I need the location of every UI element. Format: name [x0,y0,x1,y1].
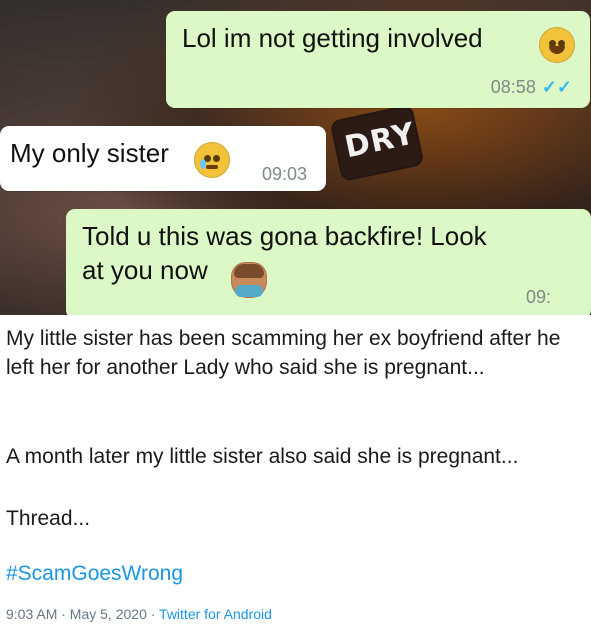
tweet-paragraph-2: A month later my little sister also said… [6,445,519,468]
emoji-hair [234,264,264,278]
tweet-paragraph-3: Thread... [6,507,91,530]
tweet-paragraph-1: My little sister has been scamming her e… [6,327,561,379]
pleading-face-emoji-icon [194,142,230,178]
hashtag-link[interactable]: #ScamGoesWrong [6,562,183,586]
dry-logo: DRY [329,103,425,183]
emoji-mouth [549,46,565,54]
message-meta: 08:58 ✓✓ [491,77,572,98]
chat-screenshot: DRY Lol im not getting involved 08:58 ✓✓ … [0,0,591,315]
message-text-line-1: Told u this was gona backfire! Look [82,221,487,251]
message-text-line-2: at you now [82,255,208,285]
message-text: Lol im not getting involved [182,23,483,53]
tweet-footer: 9:03 AM · May 5, 2020 · Twitter for Andr… [6,606,272,622]
emoji-mouth [206,165,218,169]
dry-logo-text: DRY [341,116,419,166]
read-receipt-icon: ✓✓ [541,77,572,97]
message-bubble-outgoing-2[interactable]: Told u this was gona backfire! Look at y… [66,209,591,315]
emoji-body [235,285,263,297]
message-text: My only sister [10,138,169,168]
facepalm-emoji-icon [231,262,267,298]
message-bubble-outgoing-1[interactable]: Lol im not getting involved 08:58 ✓✓ [166,11,590,108]
tweet-client-link[interactable]: Twitter for Android [159,606,272,622]
message-time: 09:03 [262,164,308,184]
message-time: 08:58 [490,77,536,97]
rolling-laughing-emoji-icon [539,27,575,63]
message-time: 09: [525,287,551,307]
message-bubble-incoming-1[interactable]: My only sister 09:03 [0,126,326,191]
tweet-timestamp: 9:03 AM · May 5, 2020 · [6,606,160,622]
screenshot: DRY Lol im not getting involved 08:58 ✓✓ … [0,0,591,633]
